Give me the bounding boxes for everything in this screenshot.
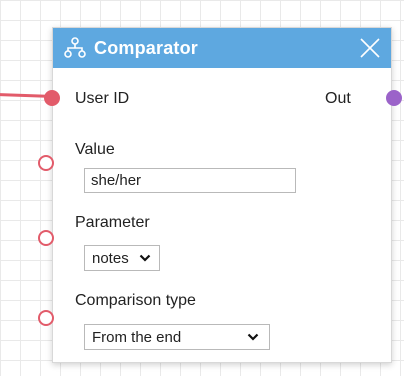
parameter-input-port[interactable]	[38, 230, 54, 246]
close-icon[interactable]	[357, 35, 383, 61]
comparison-type-input-port[interactable]	[38, 310, 54, 326]
comparator-node[interactable]: Comparator	[52, 27, 392, 363]
hierarchy-icon	[64, 37, 86, 58]
node-title: Comparator	[94, 37, 199, 58]
chevron-down-icon	[139, 254, 151, 262]
parameter-label: Parameter	[75, 214, 150, 231]
value-input[interactable]	[84, 168, 296, 193]
user-id-input-port[interactable]	[44, 90, 60, 106]
parameter-selected-value: notes	[92, 249, 129, 267]
out-output-port[interactable]	[386, 90, 402, 106]
value-label: Value	[75, 141, 115, 158]
comparison-type-select[interactable]: From the end	[84, 324, 270, 350]
parameter-select[interactable]: notes	[84, 245, 160, 271]
node-header[interactable]: Comparator	[53, 28, 391, 68]
comparison-type-label: Comparison type	[75, 292, 196, 309]
comparison-type-selected-value: From the end	[92, 328, 182, 346]
out-label: Out	[325, 90, 351, 107]
value-input-port[interactable]	[38, 155, 54, 171]
chevron-down-icon	[247, 333, 259, 341]
user-id-label: User ID	[75, 90, 130, 107]
